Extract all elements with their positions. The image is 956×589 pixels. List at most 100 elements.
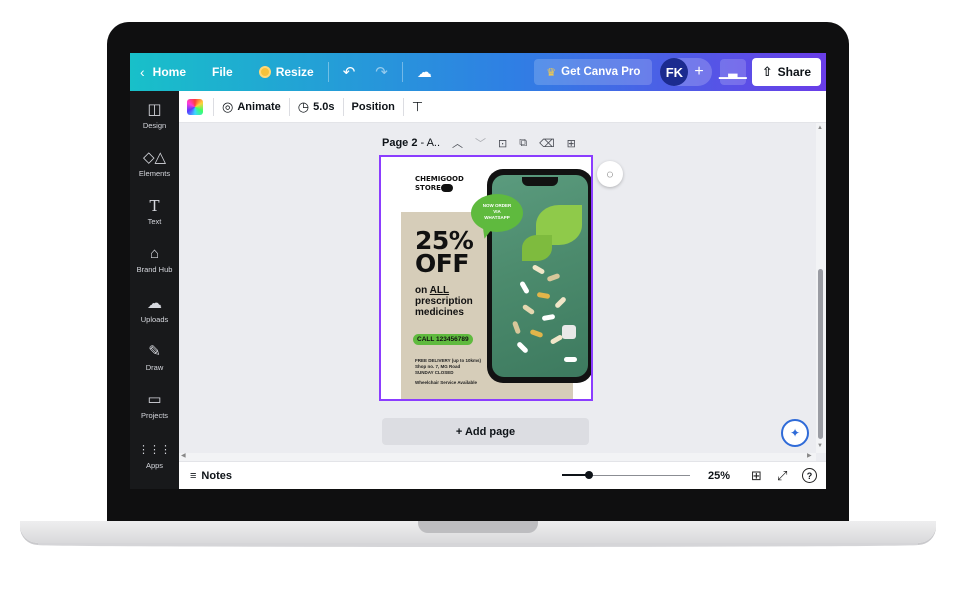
bar-chart-icon: ▁▃▁ (718, 65, 747, 79)
file-menu-button[interactable]: File (202, 53, 243, 91)
duplicate-icon[interactable]: ⧉ (519, 137, 527, 150)
grid-icon: ⋮⋮⋮ (138, 444, 171, 456)
divider (213, 97, 214, 116)
help-icon[interactable]: ? (802, 468, 817, 483)
bottom-bar: ≡ Notes 25% ⊞ ⤢ ? (179, 461, 826, 489)
divider (401, 62, 403, 82)
home-label: Home (152, 65, 187, 79)
grid-view-icon[interactable]: ⊞ (751, 468, 762, 484)
capsule (536, 291, 551, 300)
scroll-up-arrow-icon[interactable]: ▲ (817, 125, 823, 131)
chevron-left-icon: ‹ (140, 64, 145, 80)
text-icon: T (149, 197, 160, 215)
add-page-button[interactable]: + Add page (382, 418, 589, 445)
insights-button[interactable]: ▁▃▁ (718, 59, 747, 85)
canva-editor-screen: ‹ Home File Resize ↶ ↷ ☁ ♛ Get Canva Pro… (130, 53, 826, 489)
shapes-icon: ◇△ (142, 149, 167, 166)
design-page[interactable]: CHEMIGOOD STORE NOW ORDER VIA WHATSAPP 2… (379, 155, 593, 401)
sidebar-item-text[interactable]: T Text (130, 197, 179, 226)
sparkle-icon: ✦ (789, 426, 801, 440)
sidebar-item-uploads[interactable]: ☁ Uploads (130, 295, 179, 324)
animate-button[interactable]: ◎ Animate (222, 99, 281, 115)
scroll-down-arrow-icon[interactable]: ▼ (817, 443, 823, 449)
page-label: Page 2 (382, 137, 418, 149)
capsule (511, 320, 522, 335)
magic-assistant-button[interactable]: ✦ (781, 419, 809, 447)
laptop-notch (418, 521, 538, 533)
background-color-swatch[interactable] (187, 98, 203, 115)
position-button[interactable]: Position (352, 101, 395, 113)
page-header: Page 2 - A.. ︿ ﹀ ⊡ ⧉ ⌫ ⊞ (382, 135, 576, 151)
get-pro-button[interactable]: ♛ Get Canva Pro (534, 59, 653, 85)
sidebar-item-apps[interactable]: ⋮⋮⋮ Apps (130, 441, 179, 470)
upload-icon: ☁ (147, 295, 162, 312)
resize-label: Resize (275, 65, 314, 79)
chevron-up-icon[interactable]: ︿ (452, 135, 463, 151)
brand-icon: ⌂ (149, 245, 160, 262)
clock-icon: ◷ (297, 98, 310, 114)
fullscreen-icon[interactable]: ⤢ (777, 468, 787, 484)
add-page-icon[interactable]: ⊞ (567, 137, 576, 150)
copy-style-button[interactable]: ⊤ (412, 99, 427, 115)
animate-icon: ◎ (222, 98, 234, 114)
brand-logo-icon[interactable] (441, 184, 453, 192)
sidebar-item-draw[interactable]: ✎ Draw (130, 343, 179, 372)
horizontal-scrollbar[interactable]: ◀ ▶ (179, 453, 816, 461)
vertical-scrollbar[interactable]: ▲ ▼ (816, 123, 826, 453)
lock-icon[interactable]: ⊡ (498, 137, 507, 150)
whatsapp-speech-bubble[interactable]: NOW ORDER VIA WHATSAPP (471, 194, 523, 232)
page-title[interactable]: - A.. (420, 137, 440, 149)
notes-button[interactable]: ≡ Notes (190, 470, 232, 482)
crown-icon: ♛ (546, 66, 557, 79)
sidebar-item-projects[interactable]: ▭ Projects (130, 391, 179, 420)
scroll-left-arrow-icon[interactable]: ◀ (181, 452, 186, 459)
sidebar-item-design[interactable]: ◫ Design (130, 101, 179, 130)
capsule (564, 357, 577, 362)
redo-icon[interactable]: ↷ (365, 63, 398, 81)
divider (342, 97, 344, 116)
comment-plus-icon: ◌ (606, 167, 614, 181)
cloud-save-icon[interactable]: ☁ (407, 63, 442, 81)
discount-headline[interactable]: 25% OFF (415, 228, 474, 276)
chevron-down-icon[interactable]: ﹀ (475, 135, 486, 151)
vertical-scroll-thumb[interactable] (818, 269, 823, 439)
collaborators[interactable]: FK + (660, 58, 712, 86)
store-details[interactable]: FREE DELIVERY (up to 10kms) Shop no. 7, … (415, 358, 481, 386)
add-comment-button[interactable]: ◌ (597, 161, 623, 187)
scroll-right-arrow-icon[interactable]: ▶ (807, 452, 812, 459)
top-bar-right: ♛ Get Canva Pro FK + ▁▃▁ ⇧ Share (534, 53, 826, 91)
plus-icon[interactable]: + (694, 63, 703, 81)
divider (288, 97, 290, 116)
resize-crown-icon (258, 66, 271, 78)
layout-icon: ◫ (147, 101, 162, 118)
file-label: File (212, 65, 233, 79)
top-bar: ‹ Home File Resize ↶ ↷ ☁ ♛ Get Canva Pro… (130, 53, 826, 91)
capsule (546, 272, 561, 283)
capsule (529, 328, 544, 339)
duration-button[interactable]: ◷ 5.0s (298, 99, 335, 115)
undo-icon[interactable]: ↶ (333, 63, 366, 81)
share-button[interactable]: ⇧ Share (751, 58, 821, 86)
capsule (521, 303, 536, 316)
call-number-pill[interactable]: CALL 123456789 (413, 334, 473, 345)
paint-roller-icon: ⊤ (411, 98, 424, 114)
resize-button[interactable]: Resize (249, 53, 324, 91)
get-pro-label: Get Canva Pro (561, 66, 641, 78)
brand-name[interactable]: CHEMIGOOD STORE (415, 175, 464, 193)
divider (402, 97, 404, 116)
ginkgo-leaf (522, 235, 552, 261)
offer-subline[interactable]: on ALL prescription medicines (415, 285, 473, 318)
zoom-percentage[interactable]: 25% (708, 470, 730, 482)
avatar[interactable]: FK (660, 58, 689, 86)
capsule (531, 264, 546, 275)
capsule (554, 296, 567, 309)
share-label: Share (777, 65, 811, 79)
sidebar-item-elements[interactable]: ◇△ Elements (130, 149, 179, 178)
sidebar-item-brand-hub[interactable]: ⌂ Brand Hub (130, 245, 179, 274)
divider (327, 62, 329, 82)
capsule (516, 341, 529, 354)
capsule (541, 313, 556, 322)
trash-icon[interactable]: ⌫ (539, 137, 555, 150)
home-button[interactable]: ‹ Home (130, 53, 196, 91)
zoom-slider-handle[interactable] (585, 471, 593, 479)
